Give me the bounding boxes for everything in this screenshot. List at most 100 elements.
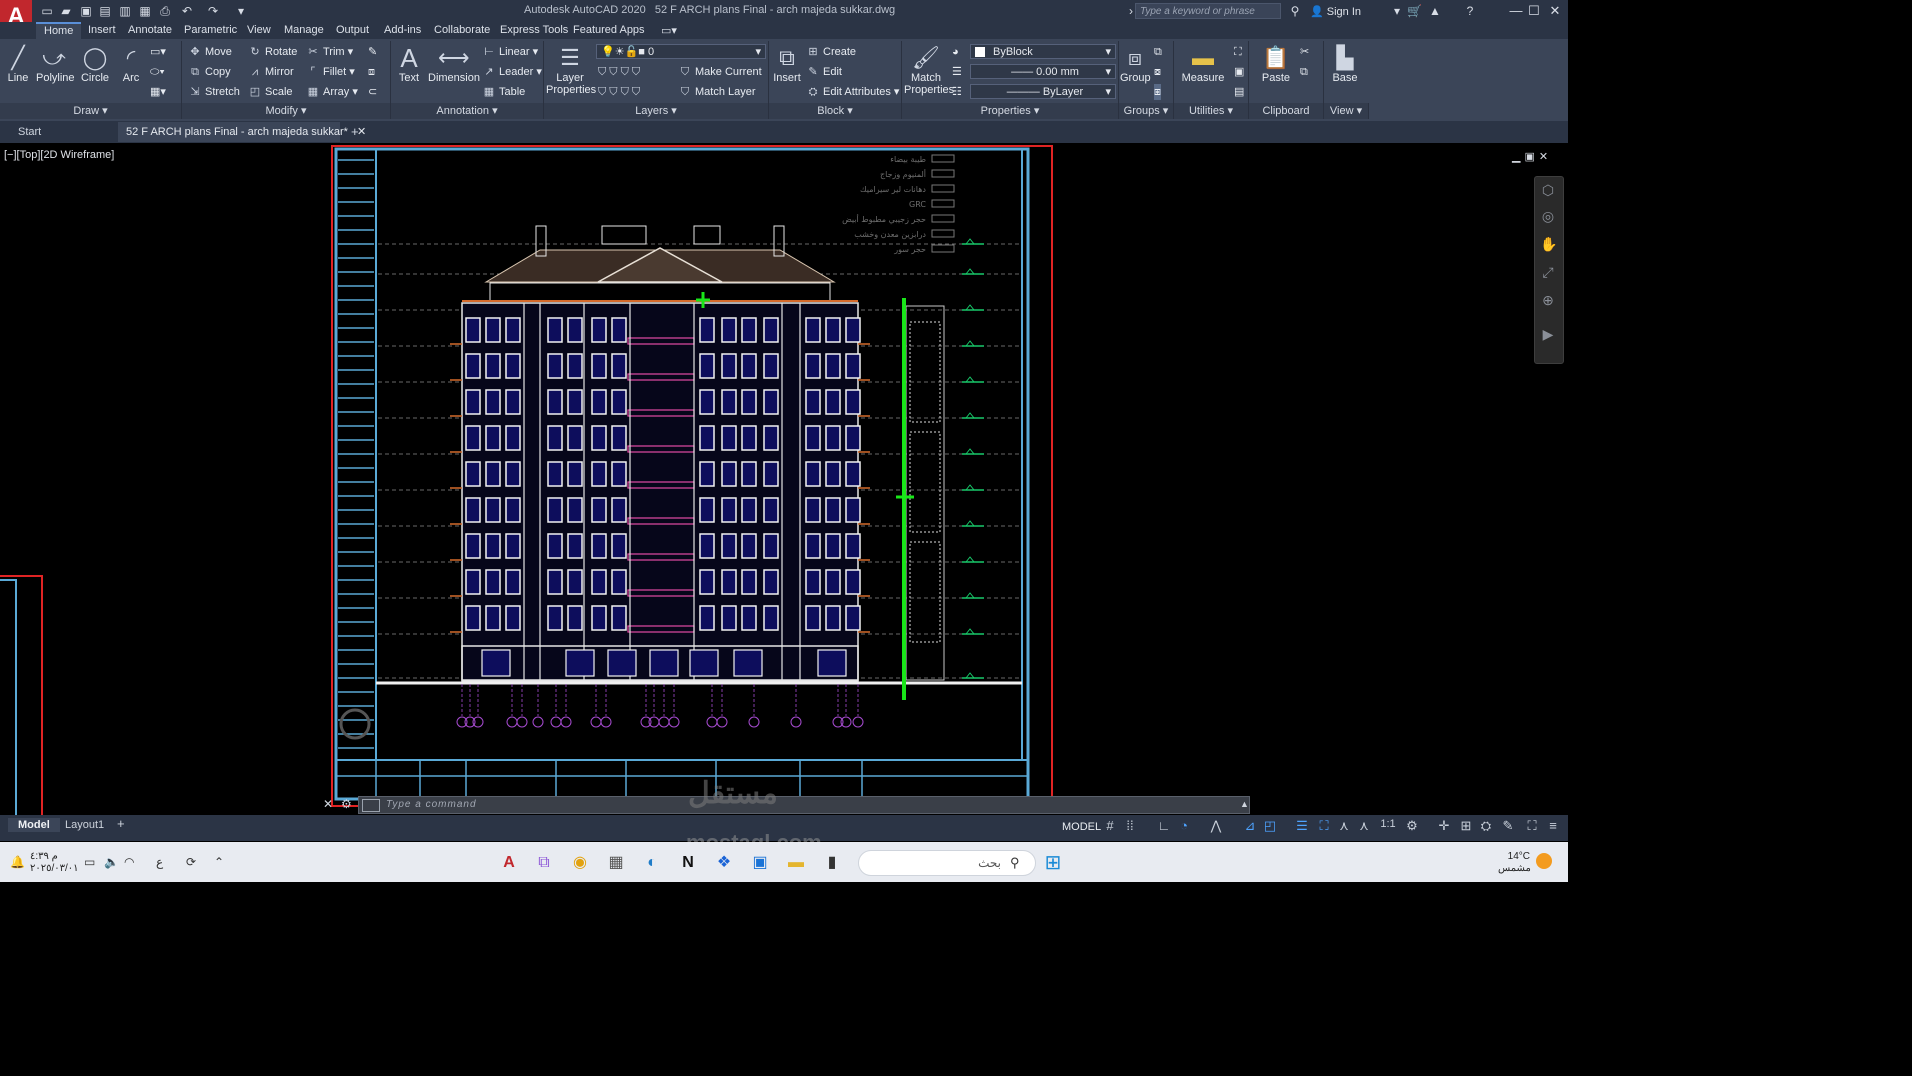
otrack-icon[interactable]: ◰ (1262, 818, 1278, 834)
edge-icon[interactable]: ◐ (641, 852, 663, 874)
showmotion-icon[interactable]: ▶ (1540, 326, 1556, 343)
modify-panel-title[interactable]: Modify ▾ (182, 103, 391, 119)
trim-button[interactable]: ✂ Trim ▾ (306, 44, 353, 60)
new-tab-icon[interactable]: + (351, 124, 359, 139)
mirror-button[interactable]: ⩘ Mirror (248, 64, 294, 80)
tab-featured-apps[interactable]: Featured Apps (573, 24, 645, 36)
orbit-icon[interactable]: ⊕ (1540, 292, 1556, 309)
layer-tools-row2-icon[interactable]: ⛉ ⛉ ⛉ ⛉ (598, 84, 640, 100)
workspace-gear-icon[interactable]: ⚙ (1404, 818, 1420, 834)
isodraft-icon[interactable]: ⋀ (1208, 818, 1224, 834)
text-button[interactable]: A Text (394, 44, 424, 84)
tab-parametric[interactable]: Parametric (184, 24, 237, 36)
tab-home[interactable]: Home (36, 22, 82, 39)
annotation-scale[interactable]: 1:1 (1376, 818, 1400, 830)
cut-icon[interactable]: ✂ (1300, 44, 1309, 60)
quick-properties-icon[interactable]: ⛭ (1478, 818, 1494, 834)
draw-panel-title[interactable]: Draw ▾ (0, 103, 182, 119)
teams-icon[interactable]: ⧉ (533, 852, 555, 874)
new-file-icon[interactable]: ▭ (40, 4, 54, 18)
color-wheel-icon[interactable]: ◕ (952, 44, 959, 60)
language-indicator[interactable]: ع (156, 855, 163, 869)
customize-qa-icon[interactable]: ▾ (234, 4, 248, 18)
maximize-icon[interactable]: ☐ (1526, 3, 1542, 19)
tab-manage[interactable]: Manage (284, 24, 324, 36)
a360-icon[interactable]: ▲ (1428, 4, 1442, 18)
layer-properties-button[interactable]: ☰ Layer Properties (546, 44, 596, 96)
autocad-taskbar-icon[interactable]: A (498, 852, 520, 874)
ribbon-toggle-icon[interactable]: ▭▾ (661, 24, 677, 37)
color-dropdown[interactable]: ByBlock ▾ (970, 44, 1116, 59)
groups-panel-title[interactable]: Groups ▾ (1119, 103, 1174, 119)
rectangle-icon[interactable]: ▭▾ (150, 44, 166, 60)
tab-collaborate[interactable]: Collaborate (434, 24, 490, 36)
sync-icon[interactable]: ⟳ (186, 855, 196, 869)
tab-model[interactable]: Model (8, 818, 60, 832)
polyline-button[interactable]: ⤻ Polyline (36, 44, 75, 84)
properties-panel-title[interactable]: Properties ▾ (902, 103, 1119, 119)
search-input[interactable]: Type a keyword or phrase (1135, 3, 1281, 19)
linetype-dropdown[interactable]: ——— ByLayer ▾ (970, 84, 1116, 99)
steering-wheel-icon[interactable]: ◎ (1540, 208, 1556, 225)
dimension-button[interactable]: ⟷ Dimension (428, 44, 480, 84)
help-icon[interactable]: ? (1463, 4, 1477, 18)
tab-layout1[interactable]: Layout1 (65, 818, 104, 832)
polar-icon[interactable]: ◔ (1176, 818, 1192, 833)
circle-button[interactable]: ◯ Circle (78, 44, 112, 84)
print-icon[interactable]: ⎙ (158, 4, 172, 18)
base-button[interactable]: ▙ Base (1330, 44, 1360, 84)
erase-icon[interactable]: ✎ (368, 44, 377, 60)
show-hidden-icons[interactable]: ⌃ (214, 855, 224, 869)
taskbar-clock[interactable]: م ٤:٣٩ ٢٠٢٥/٠٣/٠١ (30, 851, 79, 875)
edit-attributes-button[interactable]: ⛭ Edit Attributes ▾ (806, 84, 900, 100)
weather-widget[interactable]: 14°C مشمس (1498, 851, 1531, 875)
ungroup-icon[interactable]: ⧉ (1154, 44, 1162, 60)
store-icon[interactable]: ▣ (749, 852, 771, 874)
auto-scale-icon[interactable]: ⋏ (1356, 818, 1372, 834)
open-folder-icon[interactable]: ▰ (59, 4, 73, 18)
tab-annotate[interactable]: Annotate (128, 24, 172, 36)
offset-icon[interactable]: ⊂ (368, 84, 377, 100)
array-button[interactable]: ▦ Array ▾ (306, 84, 358, 100)
fillet-button[interactable]: ⌜ Fillet ▾ (306, 64, 354, 80)
layer-tools-row1-icon[interactable]: ⛉ ⛉ ⛉ ⛉ (598, 64, 640, 80)
line-button[interactable]: ╱ Line (4, 44, 32, 84)
create-block-button[interactable]: ⊞ Create (806, 44, 856, 60)
layer-dropdown[interactable]: 💡☀🔓■ 0 ▾ (596, 44, 766, 59)
publish-icon[interactable]: ▥ (118, 4, 132, 18)
customization-menu-icon[interactable]: ≡ (1545, 818, 1561, 833)
chevron-down-icon[interactable]: ▾ (1390, 4, 1404, 18)
group-select-icon[interactable]: ⧆ (1154, 84, 1161, 100)
stretch-button[interactable]: ⇲ Stretch (188, 84, 239, 100)
layers-panel-title[interactable]: Layers ▾ (544, 103, 769, 119)
wifi-icon[interactable]: ◠ (124, 855, 134, 869)
units-icon[interactable]: ⊞ (1458, 818, 1474, 834)
notification-icon[interactable]: 🔔 (10, 855, 25, 869)
paste-button[interactable]: 📋 Paste (1258, 44, 1294, 84)
transparency-icon[interactable]: ⛶ (1316, 818, 1332, 834)
tab-view[interactable]: View (247, 24, 271, 36)
customize-command-icon[interactable]: ⚙ (341, 797, 352, 811)
group-edit-icon[interactable]: ⧇ (1154, 64, 1161, 80)
rotate-button[interactable]: ↻ Rotate (248, 44, 297, 60)
close-command-icon[interactable]: ✕ (323, 797, 333, 811)
hatch-icon[interactable]: ⬭▾ (150, 64, 165, 80)
save-as-icon[interactable]: ▤ (98, 4, 112, 18)
redo-icon[interactable]: ↷ (206, 4, 220, 18)
leader-button[interactable]: ↗ Leader ▾ (482, 64, 541, 80)
close-icon[interactable]: ✕ (1547, 3, 1563, 19)
battery-icon[interactable]: ▭ (84, 855, 95, 869)
calculator-icon[interactable]: ▤ (1234, 84, 1244, 100)
view-panel-title[interactable]: View ▾ ⌄ (1324, 103, 1369, 133)
drawing-canvas[interactable]: طيبة بيضاء ألمنيوم وزجاج دهانات لير سيرامي… (0, 143, 1568, 815)
add-layout-icon[interactable]: + (117, 816, 125, 831)
annotation-panel-title[interactable]: Annotation ▾ (391, 103, 544, 119)
binoculars-icon[interactable]: ⚲ (1288, 4, 1302, 18)
undo-icon[interactable]: ↶ (180, 4, 194, 18)
tab-start[interactable]: Start (18, 126, 41, 138)
terminal-icon[interactable]: ▮ (821, 852, 843, 874)
windows-start-icon[interactable]: ⊞ (1042, 852, 1064, 874)
scale-button[interactable]: ◰ Scale (248, 84, 293, 100)
sign-in-button[interactable]: 👤 Sign In (1310, 5, 1361, 18)
file-explorer-icon[interactable]: ▬ (785, 852, 807, 874)
